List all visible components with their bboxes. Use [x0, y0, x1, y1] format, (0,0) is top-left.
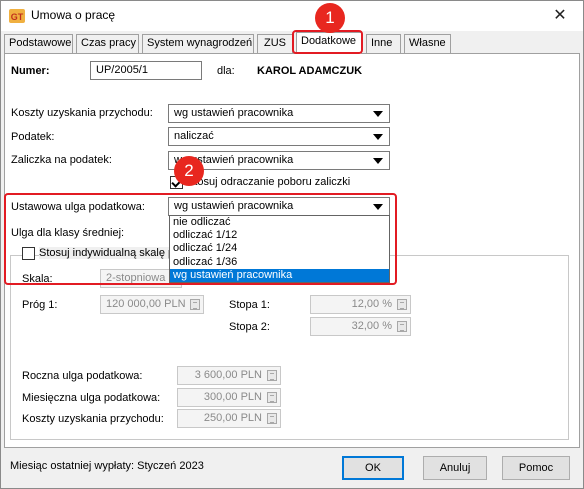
stopa1-label: Stopa 1: [229, 299, 270, 311]
close-button[interactable]: ✕ [537, 1, 583, 31]
koszty-select[interactable]: wg ustawień pracownika [168, 104, 390, 123]
podatek-label: Podatek: [11, 131, 55, 143]
koszty2-field[interactable]: 250,00 PLN [177, 409, 281, 428]
help-button[interactable]: Pomoc [502, 456, 570, 480]
tab-wlasne[interactable]: Własne [404, 34, 451, 53]
annotation-highlight-tab [292, 30, 363, 54]
chevron-down-icon [373, 158, 383, 164]
koszty2-value: 250,00 PLN [203, 412, 262, 424]
annotation-badge-2: 2 [174, 156, 204, 186]
tab-zus[interactable]: ZUS [257, 34, 293, 53]
koszty-label: Koszty uzyskania przychodu: [11, 107, 153, 119]
roczna-ulga-field[interactable]: 3 600,00 PLN [177, 366, 281, 385]
odraczanie-label: Stosuj odraczanie poboru zaliczki [187, 176, 351, 188]
title-bar: GT Umowa o pracę ✕ [1, 1, 583, 31]
tab-czas-pracy[interactable]: Czas pracy [76, 34, 139, 53]
window-title: Umowa o pracę [31, 8, 116, 22]
miesieczna-ulga-value: 300,00 PLN [203, 391, 262, 403]
podatek-select-value: naliczać [174, 130, 214, 142]
tab-system-wynagrodzen[interactable]: System wynagrodzeń [142, 34, 254, 53]
tab-inne[interactable]: Inne [366, 34, 401, 53]
annotation-badge-1: 1 [315, 3, 345, 33]
zaliczka-label: Zaliczka na podatek: [11, 154, 112, 166]
koszty2-label: Koszty uzyskania przychodu: [22, 413, 164, 425]
miesieczna-ulga-field[interactable]: 300,00 PLN [177, 388, 281, 407]
podatek-select[interactable]: naliczać [168, 127, 390, 146]
stopa1-value: 12,00 % [351, 298, 392, 310]
status-text: Miesiąc ostatniej wypłaty: Styczeń 2023 [10, 460, 204, 472]
calculator-icon[interactable] [267, 392, 277, 403]
stopa2-value: 32,00 % [351, 320, 392, 332]
dialog-window: GT Umowa o pracę ✕ Podstawowe Czas pracy… [0, 0, 584, 489]
roczna-ulga-value: 3 600,00 PLN [194, 369, 262, 381]
prog1-value: 120 000,00 PLN [106, 298, 186, 310]
chevron-down-icon [373, 134, 383, 140]
calculator-icon[interactable] [397, 321, 407, 332]
prog1-label: Próg 1: [22, 299, 58, 311]
numer-label: Numer: [11, 65, 50, 77]
koszty-select-value: wg ustawień pracownika [174, 107, 294, 119]
employee-name: KAROL ADAMCZUK [257, 65, 363, 77]
calculator-icon[interactable] [190, 299, 200, 310]
calculator-icon[interactable] [267, 413, 277, 424]
tab-podstawowe[interactable]: Podstawowe [4, 34, 73, 53]
chevron-down-icon [373, 111, 383, 117]
cancel-button[interactable]: Anuluj [423, 456, 487, 480]
svg-text:GT: GT [11, 12, 24, 22]
annotation-highlight-ulga [4, 193, 397, 285]
numer-field[interactable]: UP/2005/1 [90, 61, 202, 80]
stopa1-field[interactable]: 12,00 % [310, 295, 411, 314]
ok-button[interactable]: OK [342, 456, 404, 480]
stopa2-label: Stopa 2: [229, 321, 270, 333]
miesieczna-ulga-label: Miesięczna ulga podatkowa: [22, 392, 161, 404]
calculator-icon[interactable] [267, 370, 277, 381]
calculator-icon[interactable] [397, 299, 407, 310]
dla-label: dla: [217, 65, 235, 77]
prog1-field[interactable]: 120 000,00 PLN [100, 295, 204, 314]
stopa2-field[interactable]: 32,00 % [310, 317, 411, 336]
gt-app-icon: GT [9, 9, 25, 23]
roczna-ulga-label: Roczna ulga podatkowa: [22, 370, 143, 382]
